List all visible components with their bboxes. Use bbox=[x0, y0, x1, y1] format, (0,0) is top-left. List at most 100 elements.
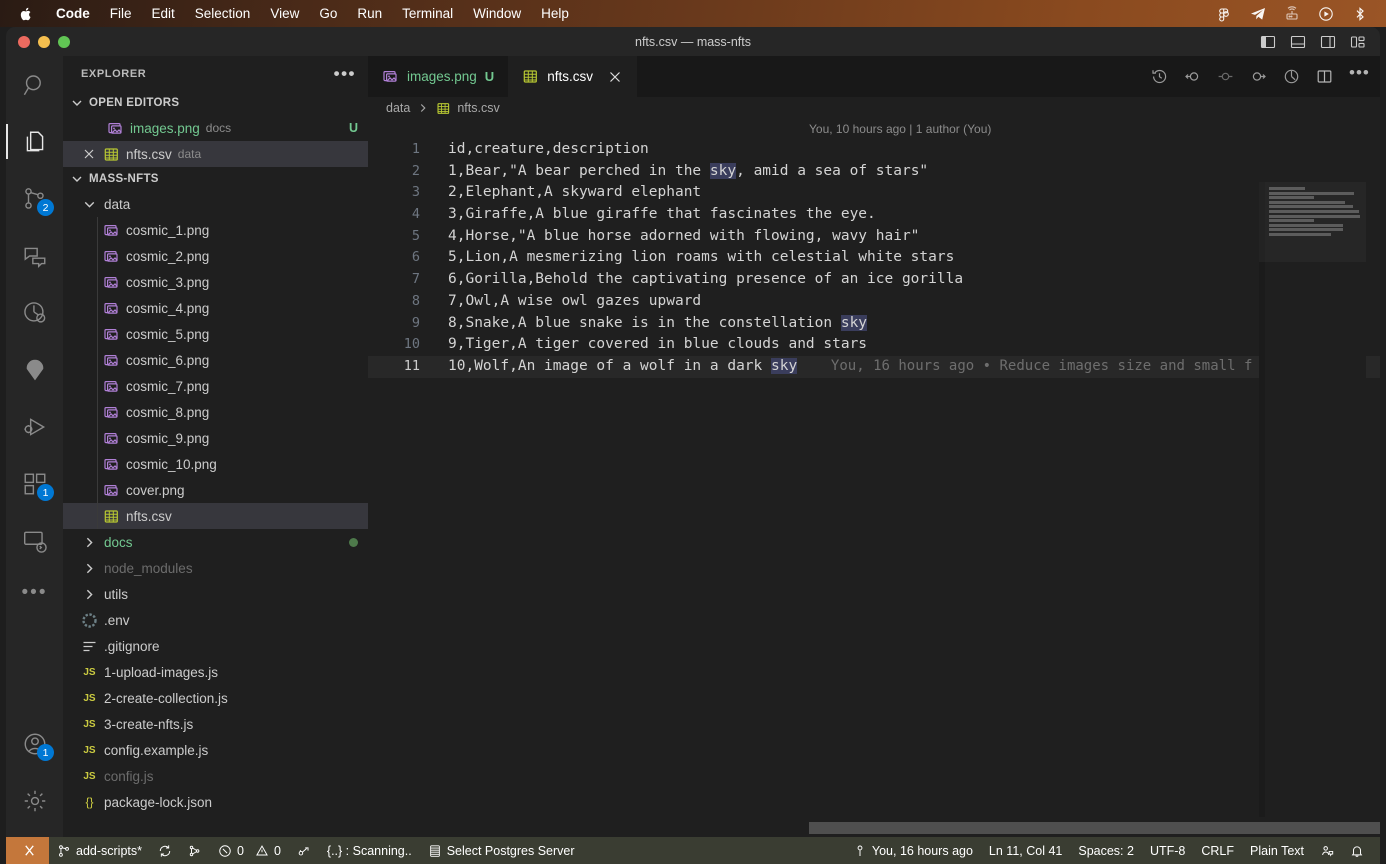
status-git-graph[interactable] bbox=[180, 837, 210, 864]
status-prettier[interactable]: {..} : Scanning.. bbox=[319, 837, 420, 864]
code-line[interactable]: 9 8,Snake,A blue snake is in the constell… bbox=[368, 313, 1380, 335]
telegram-icon[interactable] bbox=[1250, 6, 1266, 22]
code-line[interactable]: 4 3,Giraffe,A blue giraffe that fascinate… bbox=[368, 204, 1380, 226]
tree-file-cosmic-7-png[interactable]: cosmic_7.png bbox=[63, 373, 368, 399]
editor-horizontal-scrollbar[interactable] bbox=[809, 822, 1380, 834]
tree-file-cosmic-4-png[interactable]: cosmic_4.png bbox=[63, 295, 368, 321]
minimize-window-button[interactable] bbox=[38, 35, 50, 48]
status-feedback[interactable] bbox=[1312, 837, 1342, 864]
tab-images-png[interactable]: images.png U bbox=[368, 56, 509, 97]
tree-file-cosmic-1-png[interactable]: cosmic_1.png bbox=[63, 217, 368, 243]
activity-item-chat[interactable] bbox=[6, 227, 63, 284]
tree-folder-data[interactable]: data bbox=[63, 191, 368, 217]
remote-indicator-icon[interactable] bbox=[6, 837, 49, 864]
close-window-button[interactable] bbox=[18, 35, 30, 48]
menu-run[interactable]: Run bbox=[347, 6, 392, 21]
tree-file-cosmic-9-png[interactable]: cosmic_9.png bbox=[63, 425, 368, 451]
split-editor-icon[interactable] bbox=[1316, 68, 1333, 85]
router-icon[interactable] bbox=[1284, 5, 1300, 22]
tree-folder-node-modules[interactable]: node_modules bbox=[63, 555, 368, 581]
activity-item-extensions[interactable]: 1 bbox=[6, 455, 63, 512]
toggle-blame-icon[interactable] bbox=[1283, 68, 1300, 85]
bluetooth-icon[interactable] bbox=[1352, 6, 1368, 22]
tree-file-cosmic-6-png[interactable]: cosmic_6.png bbox=[63, 347, 368, 373]
change-marker-icon[interactable] bbox=[1217, 68, 1234, 85]
code-line[interactable]: 6 5,Lion,A mesmerizing lion roams with ce… bbox=[368, 247, 1380, 269]
status-eol[interactable]: CRLF bbox=[1193, 837, 1242, 864]
tree-file-3-create-nfts-js[interactable]: JS 3-create-nfts.js bbox=[63, 711, 368, 737]
tree-file-cosmic-10-png[interactable]: cosmic_10.png bbox=[63, 451, 368, 477]
status-indentation[interactable]: Spaces: 2 bbox=[1070, 837, 1142, 864]
code-line[interactable]: 2 1,Bear,"A bear perched in the sky, amid… bbox=[368, 161, 1380, 183]
menu-terminal[interactable]: Terminal bbox=[392, 6, 463, 21]
activity-item-accounts[interactable]: 1 bbox=[6, 715, 63, 772]
activity-overflow-icon[interactable]: ••• bbox=[6, 569, 63, 617]
activity-item-explorer[interactable] bbox=[6, 113, 63, 170]
status-ports[interactable] bbox=[289, 837, 319, 864]
status-postgres-server[interactable]: Select Postgres Server bbox=[420, 837, 583, 864]
code-editor[interactable]: You, 10 hours ago | 1 author (You) 1 id,c… bbox=[368, 119, 1380, 837]
close-icon[interactable] bbox=[607, 69, 623, 85]
status-problems-errors[interactable]: 0 0 bbox=[210, 837, 289, 864]
close-icon[interactable] bbox=[81, 146, 97, 162]
tree-file-cosmic-8-png[interactable]: cosmic_8.png bbox=[63, 399, 368, 425]
code-lines[interactable]: 1 id,creature,description 2 1,Bear,"A bear … bbox=[368, 139, 1380, 378]
code-line[interactable]: 10 9,Tiger,A tiger covered in blue clouds… bbox=[368, 334, 1380, 356]
status-git-branch[interactable]: add-scripts* bbox=[49, 837, 150, 864]
activity-item-remote-explorer[interactable] bbox=[6, 512, 63, 569]
open-editors-section-header[interactable]: OPEN EDITORS bbox=[63, 91, 368, 115]
code-line[interactable]: 11 10,Wolf,An image of a wolf in a dark s… bbox=[368, 355, 1380, 378]
menu-window[interactable]: Window bbox=[463, 6, 531, 21]
tree-file-cosmic-3-png[interactable]: cosmic_3.png bbox=[63, 269, 368, 295]
breadcrumb-file[interactable]: nfts.csv bbox=[457, 101, 499, 115]
activity-item-manage-settings[interactable] bbox=[6, 772, 63, 829]
activity-item-avalanche[interactable] bbox=[6, 341, 63, 398]
tree-file--gitignore[interactable]: .gitignore bbox=[63, 633, 368, 659]
workspace-section-header[interactable]: MASS-NFTS bbox=[63, 167, 368, 191]
more-actions-icon[interactable]: ••• bbox=[1349, 64, 1369, 85]
toggle-secondary-sidebar-icon[interactable] bbox=[1320, 34, 1336, 50]
menu-file[interactable]: File bbox=[100, 6, 142, 21]
menu-help[interactable]: Help bbox=[531, 6, 579, 21]
toggle-primary-sidebar-icon[interactable] bbox=[1260, 34, 1276, 50]
tree-file--env[interactable]: .env bbox=[63, 607, 368, 633]
previous-change-icon[interactable] bbox=[1184, 68, 1201, 85]
status-git-blame[interactable]: You, 16 hours ago bbox=[845, 837, 981, 864]
tree-file-config-example-js[interactable]: JS config.example.js bbox=[63, 737, 368, 763]
tree-file-1-upload-images-js[interactable]: JS 1-upload-images.js bbox=[63, 659, 368, 685]
menu-edit[interactable]: Edit bbox=[142, 6, 185, 21]
customize-layout-icon[interactable] bbox=[1350, 34, 1366, 50]
code-line[interactable]: 3 2,Elephant,A skyward elephant bbox=[368, 182, 1380, 204]
tree-file-nfts-csv[interactable]: nfts.csv bbox=[63, 503, 368, 529]
menu-selection[interactable]: Selection bbox=[185, 6, 261, 21]
tree-file-package-lock-json[interactable]: {} package-lock.json bbox=[63, 789, 368, 815]
code-line[interactable]: 5 4,Horse,"A blue horse adorned with flow… bbox=[368, 226, 1380, 248]
maximize-window-button[interactable] bbox=[58, 35, 70, 48]
status-language-mode[interactable]: Plain Text bbox=[1242, 837, 1312, 864]
status-cursor-position[interactable]: Ln 11, Col 41 bbox=[981, 837, 1070, 864]
open-editor-images-png[interactable]: images.png docs U bbox=[63, 115, 368, 141]
activity-item-search[interactable] bbox=[6, 56, 63, 113]
menu-view[interactable]: View bbox=[260, 6, 309, 21]
figma-icon[interactable] bbox=[1216, 6, 1232, 22]
activity-item-source-control[interactable]: 2 bbox=[6, 170, 63, 227]
tab-nfts-csv[interactable]: nfts.csv bbox=[508, 56, 637, 97]
record-player-icon[interactable] bbox=[1318, 6, 1334, 22]
open-editor-nfts-csv[interactable]: nfts.csv data bbox=[63, 141, 368, 167]
code-line[interactable]: 8 7,Owl,A wise owl gazes upward bbox=[368, 291, 1380, 313]
code-line[interactable]: 1 id,creature,description bbox=[368, 139, 1380, 161]
activity-item-testing[interactable] bbox=[6, 284, 63, 341]
activity-item-run-and-debug[interactable] bbox=[6, 398, 63, 455]
apple-logo-icon[interactable] bbox=[0, 6, 46, 22]
status-encoding[interactable]: UTF-8 bbox=[1142, 837, 1193, 864]
tree-file-cover-png[interactable]: cover.png bbox=[63, 477, 368, 503]
tree-folder-utils[interactable]: utils bbox=[63, 581, 368, 607]
timeline-history-icon[interactable] bbox=[1151, 68, 1168, 85]
more-icon[interactable]: ••• bbox=[334, 65, 356, 82]
menu-code[interactable]: Code bbox=[46, 6, 100, 21]
tree-file-cosmic-2-png[interactable]: cosmic_2.png bbox=[63, 243, 368, 269]
tree-file-cosmic-5-png[interactable]: cosmic_5.png bbox=[63, 321, 368, 347]
next-change-icon[interactable] bbox=[1250, 68, 1267, 85]
status-notifications[interactable] bbox=[1342, 837, 1372, 864]
code-line[interactable]: 7 6,Gorilla,Behold the captivating presen… bbox=[368, 269, 1380, 291]
